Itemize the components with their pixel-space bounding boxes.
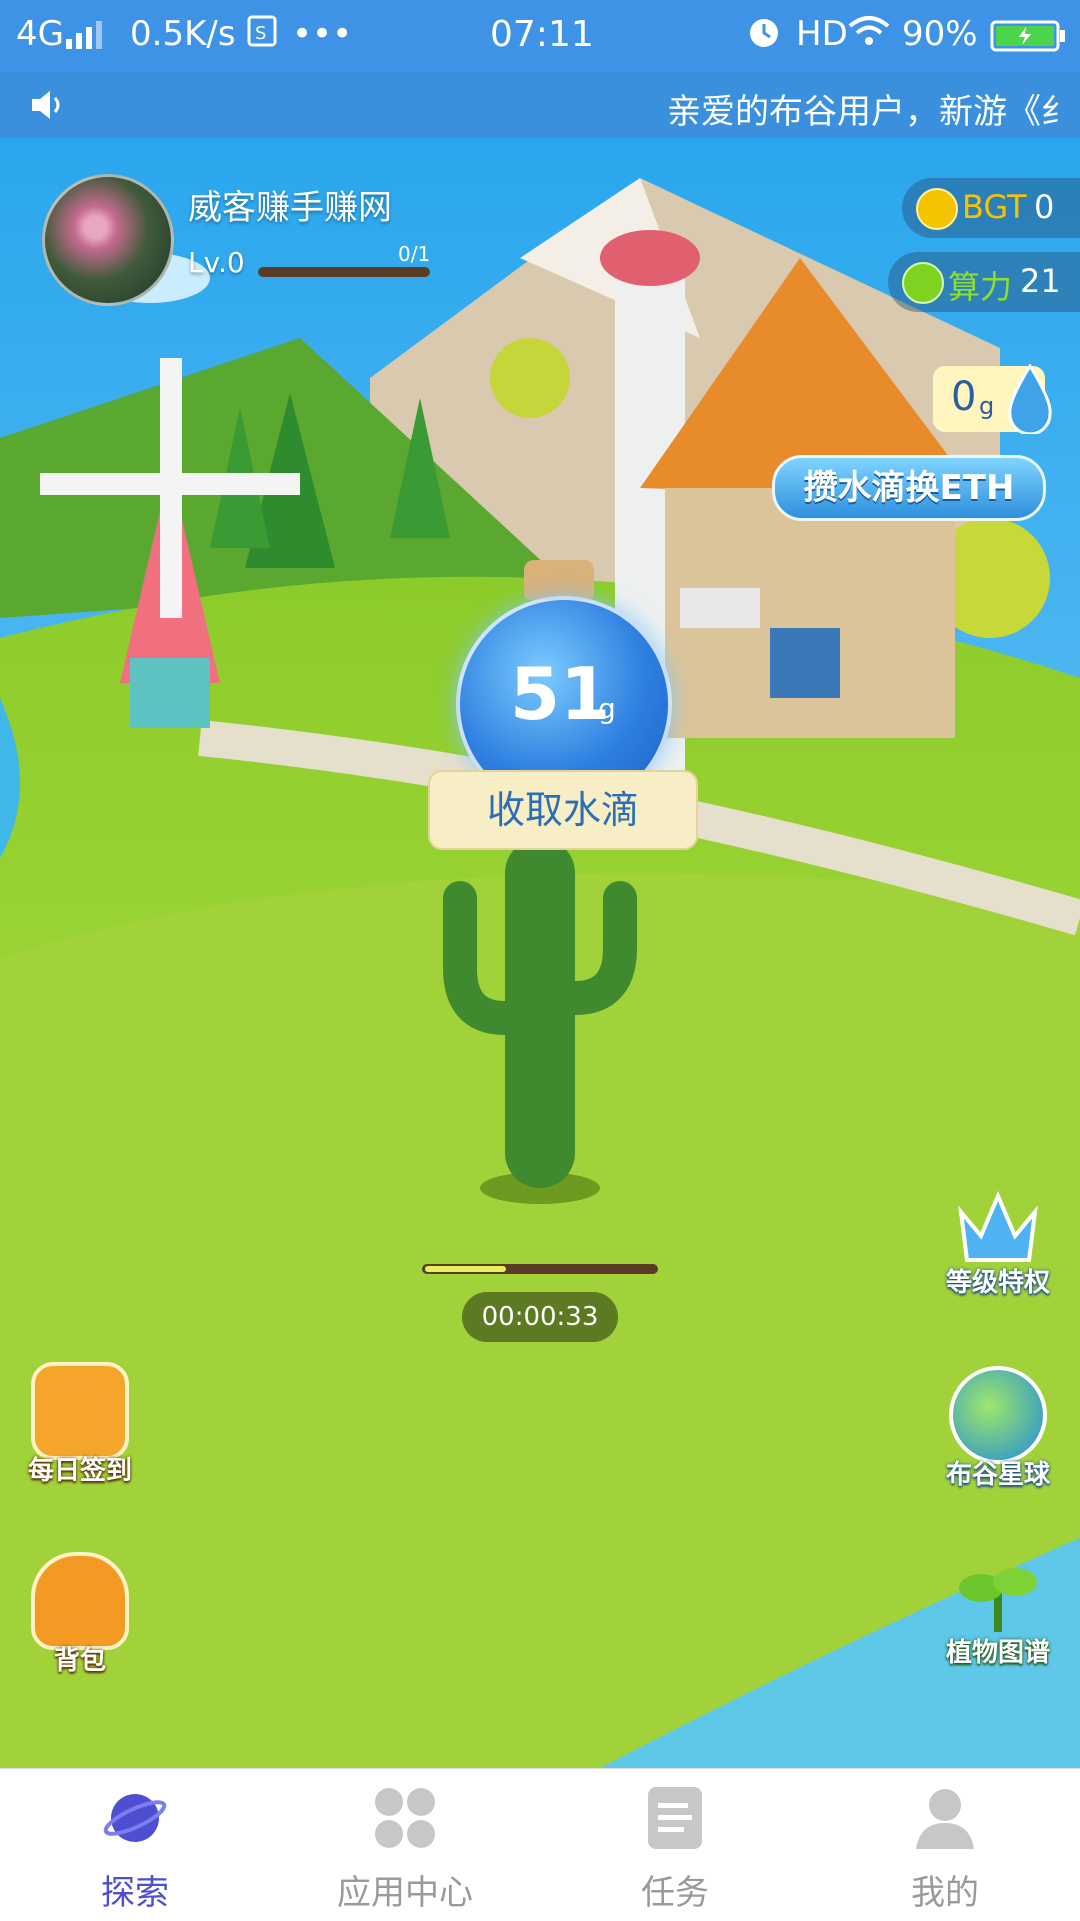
sim-icon: S: [246, 14, 278, 57]
more-icon: •••: [292, 14, 353, 54]
calendar-check-icon: [31, 1362, 129, 1460]
game-scene: [0, 138, 1080, 1768]
alarm-icon: [746, 14, 782, 59]
announcement-text: 亲爱的布谷用户，新游《纟: [667, 92, 1075, 132]
water-drop-icon: [1004, 363, 1056, 438]
hd-label: HD: [796, 14, 848, 54]
bgt-coin-icon: [916, 188, 958, 230]
growth-progress-fill: [425, 1266, 506, 1272]
bottom-tab-bar: 探索 应用中心 任务 我的: [0, 1768, 1080, 1921]
battery-icon: [990, 20, 1066, 61]
apps-grid-icon: [372, 1785, 438, 1851]
bgt-label: BGT: [962, 188, 1027, 226]
growth-progress-bar: [422, 1264, 658, 1274]
xp-progress-bar: [258, 267, 430, 277]
bottle-value: 51: [510, 652, 611, 736]
battery-percent: 90%: [902, 14, 978, 54]
daily-checkin-button[interactable]: 每日签到: [10, 1362, 150, 1487]
bgt-value: 0: [1034, 188, 1055, 226]
backpack-icon: [31, 1552, 129, 1650]
collect-water-button[interactable]: 收取水滴: [428, 770, 698, 850]
status-bar: 4G 0.5K/s S ••• 07:11 HD 90%: [0, 0, 1080, 72]
tab-app-center[interactable]: 应用中心: [305, 1785, 505, 1914]
planet-icon: [949, 1366, 1047, 1464]
cork-icon: [524, 560, 594, 600]
task-list-icon: [642, 1785, 708, 1851]
announcement-bar[interactable]: 亲爱的布谷用户，新游《纟: [0, 72, 1080, 138]
bugu-planet-label: 布谷星球: [945, 1460, 1050, 1490]
username: 威客赚手赚网: [188, 188, 392, 228]
sprout-icon: [953, 1552, 1043, 1642]
level-privilege-button[interactable]: 等级特权: [928, 1182, 1068, 1299]
plant-atlas-label: 植物图谱: [945, 1638, 1050, 1668]
person-icon: [912, 1785, 978, 1851]
water-unit: g: [979, 392, 995, 420]
bgt-balance[interactable]: BGT 0: [902, 178, 1080, 238]
speaker-icon: [28, 86, 68, 128]
hashrate-value: 21: [1020, 262, 1061, 300]
tab-explore-label: 探索: [101, 1873, 169, 1913]
farm-landscape: [0, 138, 1080, 1768]
lightning-icon: [902, 262, 944, 304]
tab-tasks-label: 任务: [641, 1873, 709, 1913]
backpack-button[interactable]: 背包: [10, 1552, 150, 1677]
signal-icon: [64, 18, 108, 58]
xp-count: 0/1: [398, 242, 431, 266]
hashrate-balance[interactable]: 算力 21: [888, 252, 1080, 312]
bottle-unit: g: [598, 692, 616, 725]
tab-mine[interactable]: 我的: [845, 1785, 1045, 1914]
level-label: Lv.0: [188, 246, 245, 279]
wifi-icon: [848, 14, 890, 57]
tab-app-center-label: 应用中心: [337, 1873, 473, 1913]
tab-mine-label: 我的: [911, 1873, 979, 1913]
plant-atlas-button[interactable]: 植物图谱: [928, 1552, 1068, 1669]
tab-tasks[interactable]: 任务: [575, 1785, 775, 1914]
level-privilege-label: 等级特权: [945, 1268, 1050, 1298]
growth-timer: 00:00:33: [462, 1292, 618, 1342]
svg-text:S: S: [255, 23, 266, 44]
bugu-planet-button[interactable]: 布谷星球: [928, 1366, 1068, 1491]
planet-icon: [102, 1785, 168, 1851]
network-label: 4G: [16, 14, 64, 54]
backpack-label: 背包: [53, 1646, 106, 1676]
water-value: 0: [951, 374, 977, 420]
network-speed: 0.5K/s: [130, 14, 236, 54]
daily-checkin-label: 每日签到: [27, 1456, 132, 1486]
hashrate-label: 算力: [948, 268, 1013, 306]
tab-explore[interactable]: 探索: [35, 1785, 235, 1914]
avatar[interactable]: [42, 174, 174, 306]
crown-icon: [953, 1182, 1043, 1272]
clock: 07:11: [490, 14, 594, 55]
exchange-eth-button[interactable]: 攒水滴换ETH: [772, 455, 1046, 521]
